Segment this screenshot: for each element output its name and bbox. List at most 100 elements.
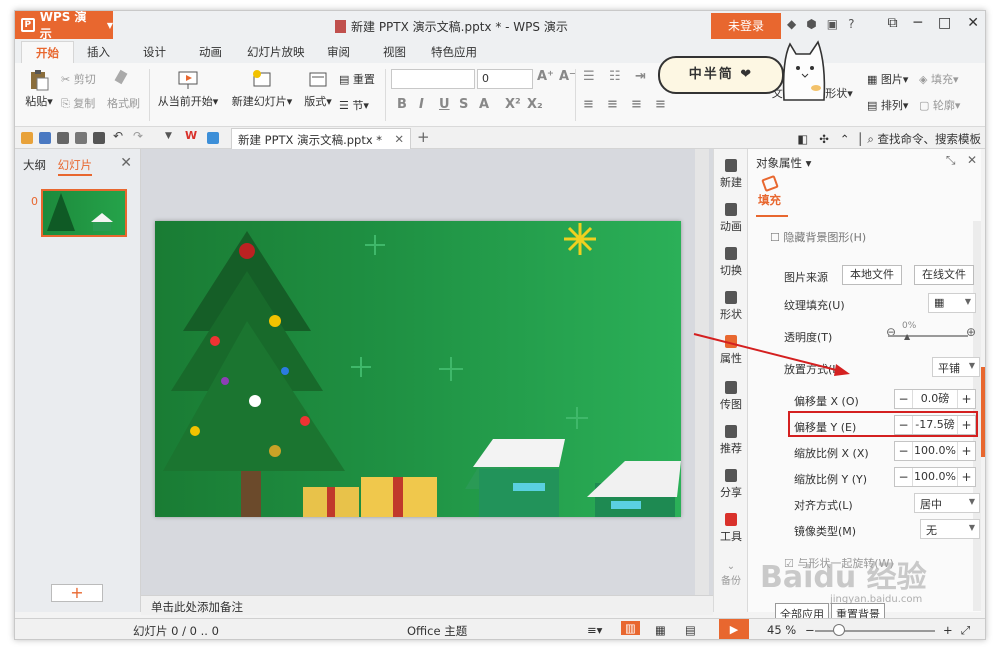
- decrement-icon[interactable]: −: [895, 416, 913, 434]
- notes-field[interactable]: 单击此处添加备注: [141, 595, 713, 615]
- scale-x-spinner[interactable]: − 100.0% +: [894, 441, 976, 461]
- restore-icon[interactable]: ⧉: [888, 15, 898, 31]
- collapse-icon[interactable]: ⌃: [840, 132, 850, 146]
- new-tab-icon[interactable]: +: [417, 128, 430, 146]
- add-slide-button[interactable]: +: [51, 584, 103, 602]
- document-tab[interactable]: 新建 PPTX 演示文稿.pptx * ✕: [231, 128, 411, 149]
- redo-icon[interactable]: ↷: [133, 129, 145, 143]
- indent-icon[interactable]: ⇥: [635, 69, 646, 84]
- reset-button[interactable]: ▤ 重置: [339, 71, 375, 87]
- save-icon[interactable]: [39, 132, 51, 144]
- strip-tools[interactable]: 工具: [714, 513, 748, 544]
- tab-view[interactable]: 视图: [383, 44, 406, 60]
- customize-icon[interactable]: ▼: [165, 131, 177, 143]
- new-slide-button[interactable]: 新建幻灯片▾: [227, 65, 297, 109]
- cut-button[interactable]: ✂ 剪切: [61, 71, 96, 87]
- slider-thumb[interactable]: ▲: [904, 332, 910, 341]
- close-panel-icon[interactable]: ✕: [967, 153, 977, 167]
- increase-transparency-icon[interactable]: ⊕: [966, 325, 976, 339]
- play-icon[interactable]: ▶: [719, 619, 749, 639]
- search-command[interactable]: ◧ ✣ ⌃ │ ⌕ 查找命令、搜索模板: [797, 131, 981, 147]
- close-icon[interactable]: ✕: [967, 15, 979, 31]
- offset-x-spinner[interactable]: − 0.0磅 +: [894, 389, 976, 409]
- bullet-list-icon[interactable]: ☰: [583, 69, 595, 84]
- tab-start[interactable]: 开始: [21, 41, 74, 63]
- increment-icon[interactable]: +: [957, 442, 975, 460]
- strip-shape[interactable]: 形状: [714, 291, 748, 322]
- export-pdf-icon[interactable]: [57, 132, 69, 144]
- scale-x-value[interactable]: 100.0%: [913, 442, 957, 460]
- strip-backup[interactable]: ⌄ 备份: [714, 561, 748, 587]
- tab-special[interactable]: 特色应用: [431, 44, 477, 60]
- undo-icon[interactable]: ↶: [113, 129, 125, 143]
- open-icon[interactable]: [21, 132, 33, 144]
- subscript-icon[interactable]: X₂: [527, 97, 543, 112]
- tab-slideshow[interactable]: 幻灯片放映: [247, 44, 305, 60]
- panel-title[interactable]: 对象属性 ▾: [756, 155, 811, 171]
- copy-button[interactable]: ⎘ 复制: [61, 95, 95, 111]
- local-file-button[interactable]: 本地文件: [842, 265, 902, 285]
- arrange-button[interactable]: ▤ 排列▾: [867, 97, 908, 113]
- cloud-icon[interactable]: [207, 132, 219, 144]
- tab-design[interactable]: 设计: [143, 44, 166, 60]
- help-icon[interactable]: ?: [848, 17, 854, 31]
- settings-icon[interactable]: ⬢: [806, 17, 816, 31]
- scale-y-value[interactable]: 100.0%: [913, 468, 957, 486]
- align-right-icon[interactable]: ≡: [631, 97, 642, 112]
- italic-icon[interactable]: I: [419, 97, 424, 112]
- minimize-icon[interactable]: ─: [914, 15, 922, 31]
- dock-icon[interactable]: ⤡: [946, 153, 956, 167]
- tool-icon[interactable]: ✣: [819, 132, 829, 146]
- skin-icon[interactable]: ◆: [787, 17, 796, 31]
- strip-share[interactable]: 分享: [714, 469, 748, 500]
- normal-view-icon[interactable]: ▥: [621, 621, 640, 635]
- strip-upload-pic[interactable]: 传图: [714, 381, 748, 412]
- outline-button[interactable]: ▢ 轮廓▾: [919, 97, 960, 113]
- bold-icon[interactable]: B: [397, 97, 407, 112]
- from-current-button[interactable]: 从当前开始▾: [153, 65, 223, 109]
- hide-bg-checkbox[interactable]: ☐ 隐藏背景图形(H): [770, 229, 866, 245]
- app-menu-button[interactable]: P WPS 演示 ▼: [15, 11, 113, 41]
- offset-x-value[interactable]: 0.0磅: [913, 390, 957, 408]
- font-color-icon[interactable]: A: [479, 97, 489, 112]
- strip-animation[interactable]: 动画: [714, 203, 748, 234]
- layout-button[interactable]: 版式▾: [301, 65, 335, 109]
- tab-animation[interactable]: 动画: [199, 44, 222, 60]
- increment-icon[interactable]: +: [957, 468, 975, 486]
- hint-icon[interactable]: ▣: [827, 17, 838, 31]
- offset-y-spinner[interactable]: − -17.5磅 +: [894, 415, 976, 435]
- superscript-icon[interactable]: X²: [505, 97, 521, 112]
- strikethrough-icon[interactable]: S: [459, 97, 468, 112]
- align-left-icon[interactable]: ≡: [583, 97, 594, 112]
- zoom-slider-thumb[interactable]: [833, 624, 845, 636]
- notes-toggle-icon[interactable]: ≡▾: [587, 623, 602, 637]
- align-select[interactable]: 居中 ▼: [914, 493, 980, 513]
- close-pane-icon[interactable]: ✕: [120, 155, 132, 171]
- section-button[interactable]: ☰ 节▾: [339, 97, 369, 113]
- tab-review[interactable]: 审阅: [327, 44, 350, 60]
- online-file-button[interactable]: 在线文件: [914, 265, 974, 285]
- close-tab-icon[interactable]: ✕: [394, 132, 404, 146]
- number-list-icon[interactable]: ☷: [609, 69, 621, 84]
- increment-icon[interactable]: +: [957, 390, 975, 408]
- font-size-combo[interactable]: 0: [477, 69, 533, 89]
- slide[interactable]: [155, 221, 681, 517]
- preview-icon[interactable]: [93, 132, 105, 144]
- format-painter-button[interactable]: 格式刷: [107, 95, 140, 111]
- picture-button[interactable]: ▦ 图片▾: [867, 71, 908, 87]
- justify-icon[interactable]: ≡: [655, 97, 666, 112]
- panel-collapse-handle[interactable]: [981, 367, 985, 457]
- login-button[interactable]: 未登录: [711, 13, 781, 39]
- offset-y-value[interactable]: -17.5磅: [913, 416, 957, 434]
- underline-icon[interactable]: U: [439, 97, 450, 112]
- fill-button[interactable]: ◈ 填充▾: [919, 71, 959, 87]
- fill-tab[interactable]: 填充: [758, 174, 781, 208]
- zoom-out-icon[interactable]: −: [805, 623, 815, 637]
- mirror-select[interactable]: 无 ▼: [920, 519, 980, 539]
- texture-fill-select[interactable]: ▦ ▼: [928, 293, 976, 313]
- reading-view-icon[interactable]: ▤: [685, 623, 696, 637]
- grow-font-icon[interactable]: A⁺: [537, 69, 554, 84]
- zoom-in-icon[interactable]: +: [943, 623, 953, 637]
- decrement-icon[interactable]: −: [895, 390, 913, 408]
- align-center-icon[interactable]: ≡: [607, 97, 618, 112]
